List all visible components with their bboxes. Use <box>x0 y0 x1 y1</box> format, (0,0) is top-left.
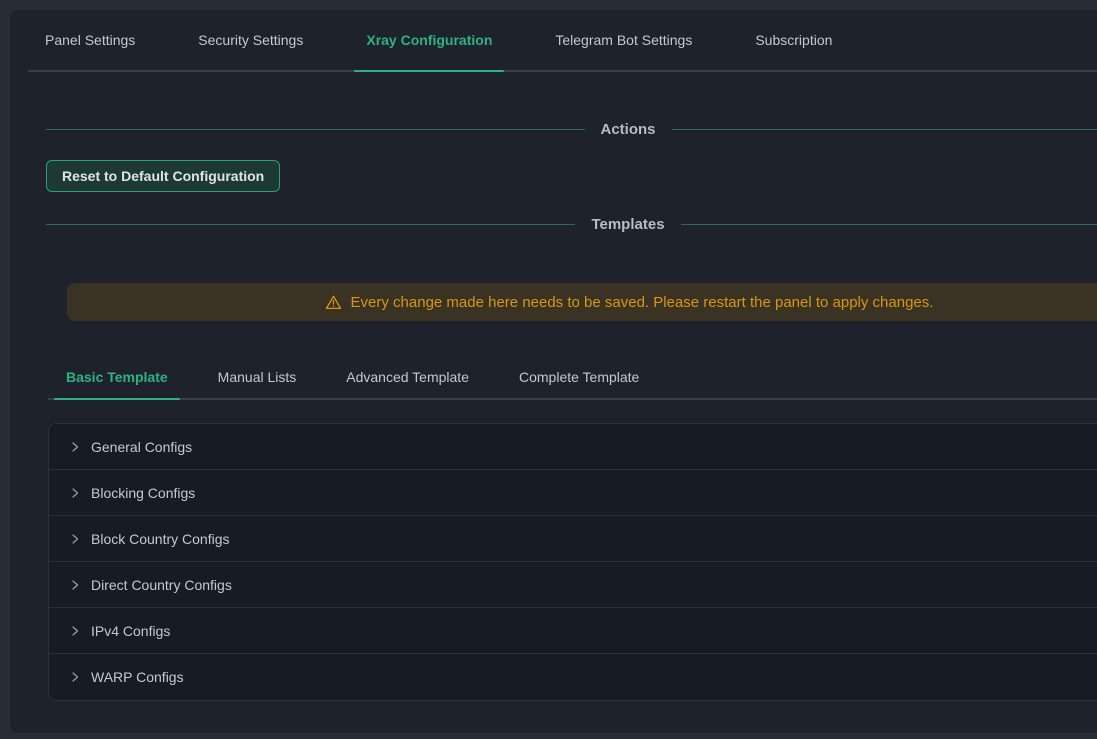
chevron-right-icon <box>69 441 81 453</box>
collapse-header-label: Block Country Configs <box>91 531 230 547</box>
warning-text: Every change made here needs to be saved… <box>351 294 934 311</box>
main-tab-bar: Panel Settings Security Settings Xray Co… <box>28 10 1097 72</box>
collapse-header-label: WARP Configs <box>91 669 184 685</box>
collapse-header-direct-country-configs[interactable]: Direct Country Configs <box>49 562 1097 608</box>
tab-telegram-bot-settings[interactable]: Telegram Bot Settings <box>543 10 704 70</box>
chevron-right-icon <box>69 671 81 683</box>
tab-complete-template[interactable]: Complete Template <box>507 356 651 398</box>
template-tab-bar: Basic Template Manual Lists Advanced Tem… <box>48 356 1097 400</box>
tab-security-settings[interactable]: Security Settings <box>186 10 315 70</box>
divider-line <box>681 224 1097 225</box>
collapse-header-block-country-configs[interactable]: Block Country Configs <box>49 516 1097 562</box>
actions-section-title: Actions <box>601 121 656 138</box>
collapse-header-label: General Configs <box>91 439 192 455</box>
warning-triangle-icon <box>325 294 342 311</box>
collapse-header-warp-configs[interactable]: WARP Configs <box>49 654 1097 700</box>
collapse-header-label: Blocking Configs <box>91 485 195 501</box>
templates-divider: Templates <box>46 200 1097 248</box>
tab-xray-configuration[interactable]: Xray Configuration <box>354 10 504 70</box>
templates-section-title: Templates <box>591 216 664 233</box>
collapse-header-blocking-configs[interactable]: Blocking Configs <box>49 470 1097 516</box>
tab-subscription[interactable]: Subscription <box>743 10 844 70</box>
divider-line <box>46 129 585 130</box>
chevron-right-icon <box>69 533 81 545</box>
tab-basic-template[interactable]: Basic Template <box>54 356 180 398</box>
tab-advanced-template[interactable]: Advanced Template <box>334 356 481 398</box>
chevron-right-icon <box>69 487 81 499</box>
page-background: Panel Settings Security Settings Xray Co… <box>0 0 1097 739</box>
tab-manual-lists[interactable]: Manual Lists <box>206 356 309 398</box>
settings-card: Panel Settings Security Settings Xray Co… <box>10 10 1097 733</box>
collapse-header-label: Direct Country Configs <box>91 577 232 593</box>
reset-to-default-button[interactable]: Reset to Default Configuration <box>46 160 280 192</box>
warning-alert: Every change made here needs to be saved… <box>67 283 1097 321</box>
chevron-right-icon <box>69 579 81 591</box>
divider-line <box>672 129 1097 130</box>
collapse-header-label: IPv4 Configs <box>91 623 170 639</box>
divider-line <box>46 224 575 225</box>
actions-divider: Actions <box>46 105 1097 153</box>
chevron-right-icon <box>69 625 81 637</box>
template-collapse-list: General Configs Blocking Configs Block C… <box>48 423 1097 701</box>
tab-panel-settings[interactable]: Panel Settings <box>33 10 147 70</box>
collapse-header-ipv4-configs[interactable]: IPv4 Configs <box>49 608 1097 654</box>
collapse-header-general-configs[interactable]: General Configs <box>49 424 1097 470</box>
